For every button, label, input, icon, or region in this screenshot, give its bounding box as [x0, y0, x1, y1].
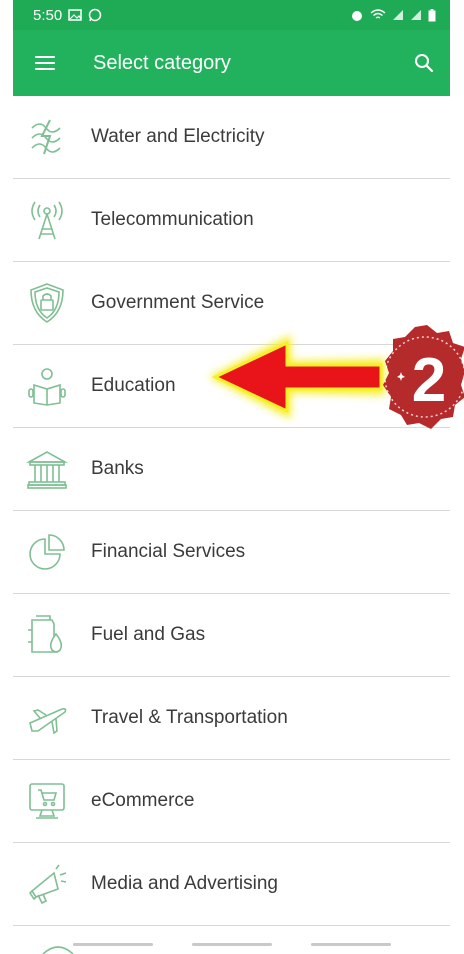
- status-bar: 5:50: [13, 0, 450, 30]
- app-frame: 5:50 Select category Water and Electrici…: [13, 0, 450, 954]
- category-item-media-advertising[interactable]: Media and Advertising: [13, 843, 450, 926]
- gesture-navigation-bar: [13, 943, 450, 946]
- category-label: Telecommunication: [91, 209, 254, 230]
- nav-hint-line: [191, 943, 272, 946]
- category-label: eCommerce: [91, 790, 195, 811]
- category-label: Banks: [91, 458, 144, 479]
- reading-person-icon: [25, 364, 69, 408]
- category-label: Fuel and Gas: [91, 624, 206, 645]
- app-bar: Select category: [13, 30, 450, 96]
- wifi-icon: [370, 9, 386, 19]
- pie-chart-icon: [25, 530, 69, 574]
- category-item-telecommunication[interactable]: Telecommunication: [13, 179, 450, 262]
- category-item-banks[interactable]: Banks: [13, 428, 450, 511]
- page-title: Select category: [93, 51, 231, 74]
- whatsapp-icon: [88, 8, 102, 22]
- category-label: Media and Advertising: [91, 873, 278, 894]
- category-label: Travel & Transportation: [91, 707, 288, 728]
- status-time: 5:50: [33, 6, 63, 24]
- search-icon[interactable]: [412, 51, 436, 75]
- hamburger-menu-icon[interactable]: [35, 56, 55, 70]
- list-item-partial: [13, 926, 450, 954]
- signal-icon: [411, 10, 421, 20]
- battery-icon: [428, 8, 436, 21]
- category-item-education[interactable]: Education: [13, 345, 450, 428]
- airplane-icon: [25, 696, 69, 740]
- category-item-travel-transportation[interactable]: Travel & Transportation: [13, 677, 450, 760]
- category-item-financial-services[interactable]: Financial Services: [13, 511, 450, 594]
- image-icon: [68, 9, 82, 21]
- signal-icon: [393, 10, 403, 20]
- category-label: Education: [91, 375, 176, 396]
- nav-hint-line: [72, 943, 153, 946]
- nav-hint-line: [310, 943, 391, 946]
- category-item-fuel-gas[interactable]: Fuel and Gas: [13, 594, 450, 677]
- megaphone-icon: [25, 862, 69, 906]
- category-label: Financial Services: [91, 541, 246, 562]
- bank-icon: [25, 447, 69, 491]
- category-item-government-service[interactable]: Government Service: [13, 262, 450, 345]
- category-item-ecommerce[interactable]: eCommerce: [13, 760, 450, 843]
- alarm-icon: [352, 11, 362, 21]
- category-list: Water and Electricity Telecommunication …: [13, 96, 450, 954]
- antenna-icon: [25, 198, 69, 242]
- shopping-screen-icon: [25, 779, 69, 823]
- category-label: Water and Electricity: [91, 126, 265, 147]
- category-label: Government Service: [91, 292, 265, 313]
- shield-lock-icon: [25, 281, 69, 325]
- category-item-water-electricity[interactable]: Water and Electricity: [13, 96, 450, 179]
- fuel-drop-icon: [25, 613, 69, 657]
- water-electricity-icon: [25, 115, 69, 159]
